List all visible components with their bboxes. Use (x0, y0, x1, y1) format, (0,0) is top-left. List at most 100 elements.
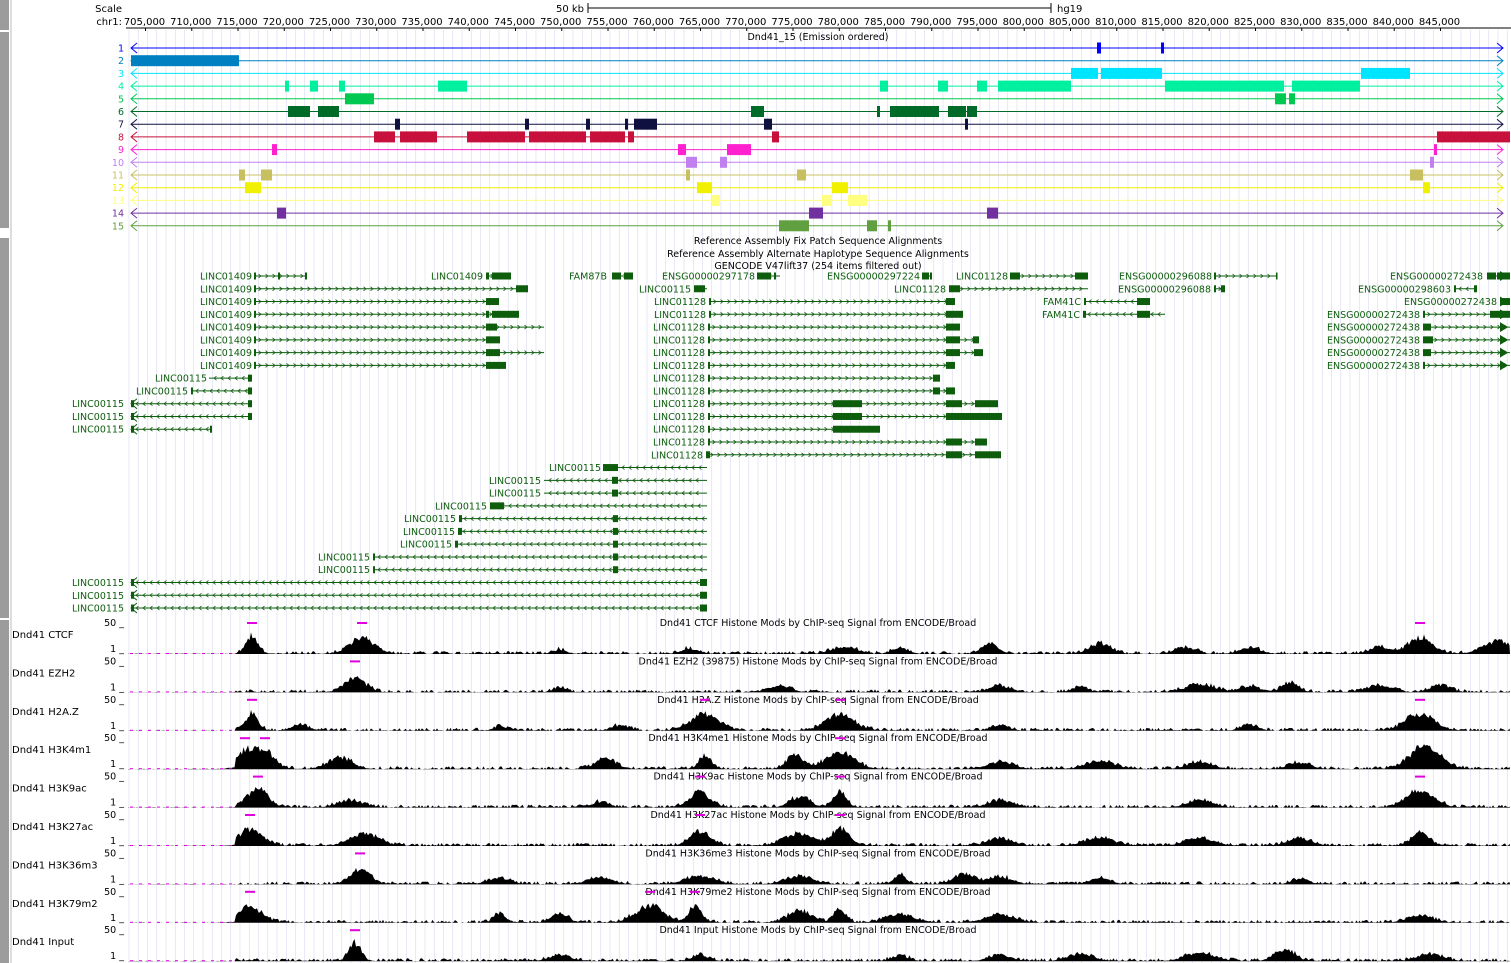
gene-exon[interactable] (1075, 272, 1088, 280)
gene-exon[interactable] (248, 400, 252, 408)
chromhmm-segment[interactable] (678, 144, 686, 156)
chromhmm-segment[interactable] (877, 106, 880, 117)
gene-exon[interactable] (486, 298, 499, 306)
browser-canvas[interactable]: Scale chr1: 50 kb hg19 705,000 710,000 715… (0, 0, 1511, 963)
gene-label[interactable]: LINC01409 (200, 361, 252, 372)
gene-exon[interactable] (1137, 310, 1150, 318)
chromhmm-segment[interactable] (880, 80, 888, 92)
gene-exon[interactable] (833, 425, 880, 433)
chromhmm-segment[interactable] (967, 106, 977, 117)
gene-item[interactable]: ENSG00000272438 (1327, 322, 1510, 334)
chromhmm-segment[interactable] (310, 80, 318, 92)
chromhmm-segment[interactable] (965, 118, 968, 130)
gene-item[interactable]: LINC00115 (435, 501, 707, 512)
gene-exon[interactable] (774, 272, 776, 280)
gene-exon[interactable] (1084, 298, 1086, 306)
gene-exon[interactable] (1487, 272, 1496, 280)
gene-exon[interactable] (492, 272, 511, 280)
chromhmm-segment[interactable] (1165, 80, 1284, 92)
gene-label[interactable]: LINC01409 (200, 323, 252, 334)
gene-exon[interactable] (613, 566, 618, 574)
gene-exon[interactable] (459, 515, 462, 523)
gene-item[interactable]: LINC01128 (651, 450, 1001, 461)
gene-label[interactable]: LINC00115 (136, 386, 188, 397)
gene-exon[interactable] (708, 349, 710, 357)
chromhmm-segment[interactable] (809, 207, 823, 219)
gene-exon[interactable] (946, 310, 963, 318)
gene-label[interactable]: LINC00115 (72, 425, 124, 436)
gene-exon[interactable] (254, 336, 256, 344)
gene-exon[interactable] (946, 451, 962, 459)
gene-item[interactable]: FAM87B (569, 272, 633, 283)
gene-exon[interactable] (373, 553, 375, 561)
gene-exon[interactable] (486, 361, 506, 369)
gene-exon[interactable] (490, 502, 504, 510)
gene-exon[interactable] (516, 285, 528, 293)
gene-label[interactable]: LINC00115 (72, 604, 124, 615)
gene-exon[interactable] (1010, 272, 1020, 280)
gene-label[interactable]: LINC01409 (200, 348, 252, 359)
chromhmm-segment[interactable] (1101, 67, 1162, 79)
gene-exon[interactable] (254, 298, 256, 306)
gene-item[interactable]: ENSG00000298603 (1358, 284, 1477, 295)
gene-item[interactable]: LINC00115 (404, 514, 707, 525)
gene-label[interactable]: LINC00115 (155, 374, 207, 385)
chromhmm-state-row[interactable]: 5 (118, 93, 1504, 105)
chromhmm-segment[interactable] (1430, 156, 1434, 168)
chromhmm-segment[interactable] (1097, 42, 1101, 54)
gene-exon[interactable] (700, 604, 707, 612)
gene-exon[interactable] (248, 412, 252, 420)
gene-label[interactable]: LINC00115 (549, 463, 601, 474)
gene-label[interactable]: LINC01128 (651, 450, 703, 461)
gene-item[interactable]: LINC01409 (200, 361, 506, 372)
chromhmm-segment[interactable] (318, 106, 339, 117)
gene-exon[interactable] (613, 553, 618, 561)
gene-exon[interactable] (458, 527, 462, 535)
gene-label[interactable]: LINC00115 (489, 489, 541, 500)
gene-item[interactable]: LINC00115 (403, 527, 707, 538)
gene-label[interactable]: LINC01409 (200, 284, 252, 295)
gene-label[interactable]: LINC01128 (956, 272, 1008, 283)
chromhmm-segment[interactable] (686, 169, 690, 181)
gene-label[interactable]: LINC01128 (653, 438, 705, 449)
gene-item[interactable]: LINC00115 (489, 489, 707, 500)
gene-item[interactable]: ENSG00000272438 (1327, 334, 1510, 347)
gene-label[interactable]: LINC00115 (639, 284, 691, 295)
chromhmm-segment[interactable] (712, 194, 720, 206)
gene-item[interactable]: LINC01128 (653, 335, 979, 346)
gene-exon[interactable] (922, 272, 929, 280)
chromhmm-segment[interactable] (285, 80, 289, 92)
chromhmm-state-row[interactable]: 8 (118, 131, 1510, 143)
chromhmm-segment[interactable] (751, 106, 764, 117)
gene-exon[interactable] (603, 464, 618, 472)
gene-label[interactable]: LINC01409 (200, 335, 252, 346)
gene-exon[interactable] (946, 336, 960, 344)
gene-exon[interactable] (709, 298, 711, 306)
chromhmm-segment[interactable] (797, 169, 806, 181)
gene-label[interactable]: LINC00115 (489, 476, 541, 487)
gene-label[interactable]: FAM41C (1043, 297, 1081, 308)
chromhmm-segment[interactable] (822, 194, 832, 206)
gene-exon[interactable] (946, 349, 960, 357)
chromhmm-segment[interactable] (890, 106, 939, 117)
chromhmm-segment[interactable] (395, 118, 400, 130)
gene-exon[interactable] (930, 272, 932, 280)
gene-exon[interactable] (973, 336, 979, 344)
chromhmm-state-row[interactable]: 4 (118, 80, 1504, 93)
gene-item[interactable]: LINC00115 (72, 411, 252, 423)
gene-exon[interactable] (708, 438, 710, 446)
track-drag-bar[interactable] (0, 0, 9, 30)
gene-item[interactable]: ENSG00000272438 (1327, 360, 1510, 372)
gene-exon[interactable] (373, 566, 375, 574)
gene-item[interactable]: LINC01409 (200, 297, 499, 308)
gene-item[interactable]: LINC00115 (72, 398, 252, 411)
gene-item[interactable]: ENSG00000296088 (1119, 272, 1278, 283)
gene-item[interactable]: LINC00115 (72, 589, 707, 602)
chromhmm-segment[interactable] (998, 80, 1071, 92)
gene-exon[interactable] (708, 374, 710, 382)
gene-item[interactable]: LINC00115 (318, 565, 707, 576)
chromhmm-segment[interactable] (345, 93, 374, 105)
gene-exon[interactable] (1423, 361, 1425, 369)
chromhmm-state-row[interactable]: 2 (118, 55, 1504, 67)
gene-exon[interactable] (612, 476, 618, 484)
